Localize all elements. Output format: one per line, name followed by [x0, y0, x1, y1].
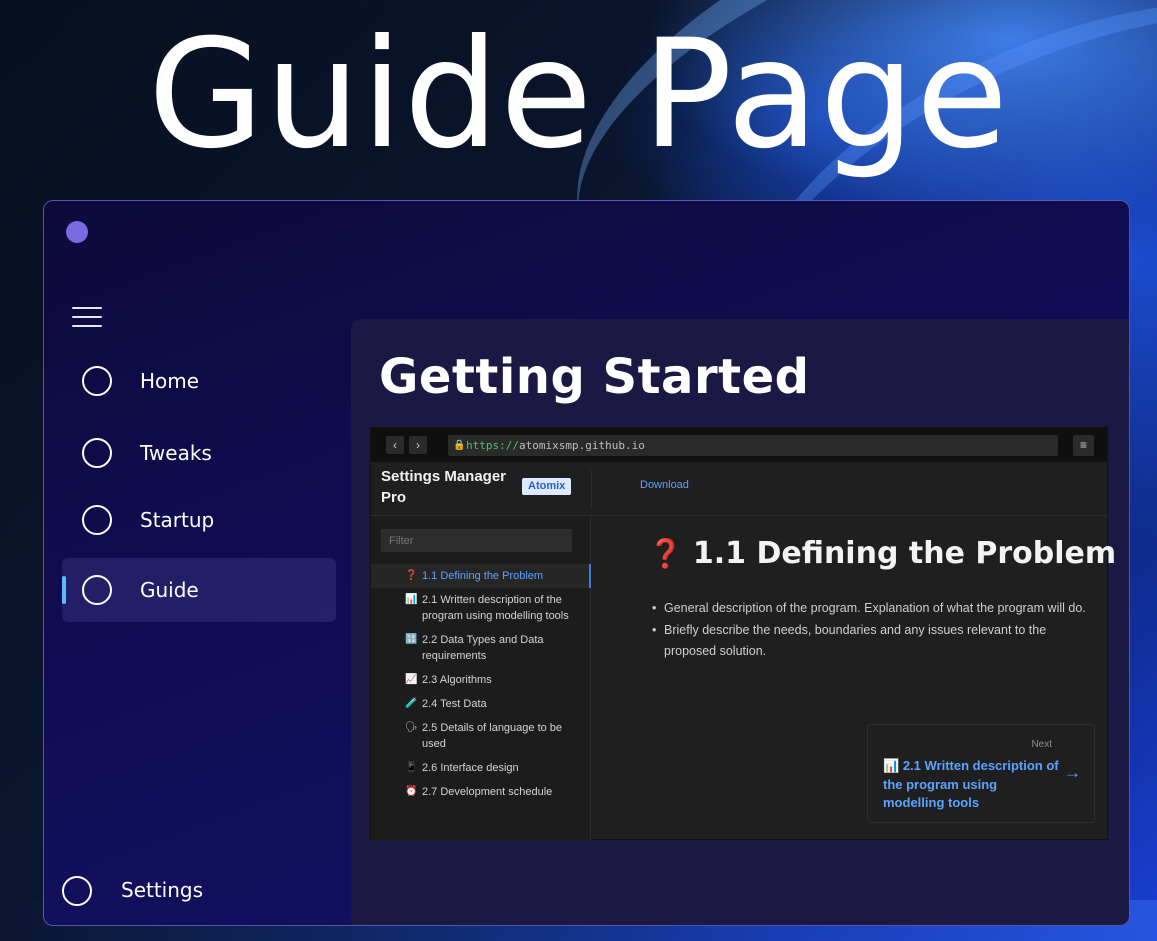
- lock-icon: 🔒: [453, 440, 466, 451]
- arrow-right-icon: →: [1064, 763, 1081, 782]
- download-link[interactable]: Download: [640, 479, 689, 491]
- header-divider: [591, 470, 592, 508]
- chart-icon: 📊: [883, 758, 900, 773]
- nav-item-label: Settings: [121, 878, 204, 902]
- next-page-card[interactable]: Next 📊 2.1 Written description of the pr…: [867, 724, 1095, 823]
- toc-item-label: 2.7 Development schedule: [422, 786, 553, 798]
- toc-item-label: 2.6 Interface design: [422, 762, 519, 774]
- toc-item[interactable]: 🧪 2.4 Test Data: [371, 692, 591, 716]
- trend-icon: 📈: [405, 674, 418, 685]
- toc-item[interactable]: 📈 2.3 Algorithms: [371, 668, 591, 692]
- nav-item-guide[interactable]: Guide: [62, 558, 336, 622]
- site-header: Settings Manager Pro Atomix Download: [371, 462, 1107, 516]
- nav-item-label: Tweaks: [140, 441, 212, 465]
- question-icon: ❓: [405, 570, 418, 581]
- doc-heading: ❓ 1.1 Defining the Problem: [648, 536, 1116, 571]
- hero-title: Guide Page: [147, 8, 1010, 182]
- browser-toolbar: ‹ › 🔒 https://atomixsmp.github.io ≡: [371, 428, 1107, 462]
- nav-item-home[interactable]: Home: [62, 349, 336, 413]
- table-of-contents: ❓ 1.1 Defining the Problem 📊 2.1 Written…: [371, 564, 591, 804]
- next-page-title: 📊 2.1 Written description of the program…: [883, 758, 1059, 810]
- toc-item[interactable]: 🔢 2.2 Data Types and Data requirements: [371, 628, 591, 668]
- toc-item-label: 2.2 Data Types and Data requirements: [422, 634, 544, 662]
- content-panel: Getting Started ‹ › 🔒 https://atomixsmp.…: [351, 319, 1129, 925]
- doc-heading-text: 1.1 Defining the Problem: [692, 536, 1117, 571]
- toc-item-label: 2.4 Test Data: [422, 698, 487, 710]
- phone-icon: 📱: [405, 762, 418, 773]
- filter-input[interactable]: [381, 529, 572, 552]
- list-item: • Briefly describe the needs, boundaries …: [652, 623, 1047, 658]
- active-indicator: [62, 576, 66, 604]
- toc-item[interactable]: ⏰ 2.7 Development schedule: [371, 780, 591, 804]
- alarm-clock-icon: ⏰: [405, 786, 418, 797]
- back-button[interactable]: ‹: [386, 436, 404, 454]
- nav-item-label: Home: [140, 369, 200, 393]
- startup-icon: [82, 505, 112, 535]
- site-badge: Atomix: [522, 478, 572, 495]
- numbers-icon: 🔢: [405, 634, 418, 645]
- nav-item-tweaks[interactable]: Tweaks: [62, 421, 336, 485]
- home-icon: [82, 366, 112, 396]
- url-scheme: https://: [466, 439, 519, 452]
- chart-icon: 📊: [405, 594, 418, 605]
- doc-bullets: • General description of the program. Exp…: [652, 598, 1094, 663]
- nav-item-label: Startup: [140, 508, 215, 532]
- next-label: Next: [1031, 739, 1052, 750]
- toc-item[interactable]: 🗣 2.5 Details of language to be used: [371, 716, 591, 756]
- guide-screenshot: ‹ › 🔒 https://atomixsmp.github.io ≡ Sett…: [370, 427, 1116, 841]
- tweaks-icon: [82, 438, 112, 468]
- settings-icon: [62, 876, 92, 906]
- app-icon: [66, 221, 88, 243]
- url-bar[interactable]: 🔒 https://atomixsmp.github.io: [448, 435, 1058, 456]
- toc-item[interactable]: 📊 2.1 Written description of the program…: [371, 588, 591, 628]
- doc-content: ❓ 1.1 Defining the Problem • General descr…: [592, 516, 1116, 841]
- guide-icon: [82, 575, 112, 605]
- speaking-head-icon: 🗣: [405, 722, 418, 733]
- hamburger-menu-icon[interactable]: [72, 305, 104, 329]
- toc-item-label: 2.1 Written description of the program u…: [422, 594, 569, 622]
- toc-item[interactable]: ❓ 1.1 Defining the Problem: [371, 564, 591, 588]
- nav-item-startup[interactable]: Startup: [62, 488, 336, 552]
- toc-item-label: 2.3 Algorithms: [422, 674, 492, 686]
- list-item: • General description of the program. Exp…: [652, 601, 1086, 615]
- toc-item-label: 2.5 Details of language to be used: [422, 722, 563, 750]
- nav-item-label: Guide: [140, 578, 199, 602]
- site-title[interactable]: Settings Manager Pro: [381, 466, 511, 508]
- nav-item-settings[interactable]: Settings: [62, 871, 336, 911]
- browser-menu-button[interactable]: ≡: [1073, 435, 1094, 456]
- question-icon: ❓: [648, 537, 683, 570]
- page-title: Getting Started: [379, 349, 810, 405]
- site-sidebar: ❓ 1.1 Defining the Problem 📊 2.1 Written…: [371, 516, 591, 841]
- app-window: Home Tweaks Startup Guide Settings Getti…: [43, 200, 1130, 926]
- forward-button[interactable]: ›: [409, 436, 427, 454]
- toc-item-label: 1.1 Defining the Problem: [422, 570, 544, 582]
- test-tube-icon: 🧪: [405, 698, 418, 709]
- toc-item[interactable]: 📱 2.6 Interface design: [371, 756, 591, 780]
- url-host: atomixsmp.github.io: [518, 439, 645, 452]
